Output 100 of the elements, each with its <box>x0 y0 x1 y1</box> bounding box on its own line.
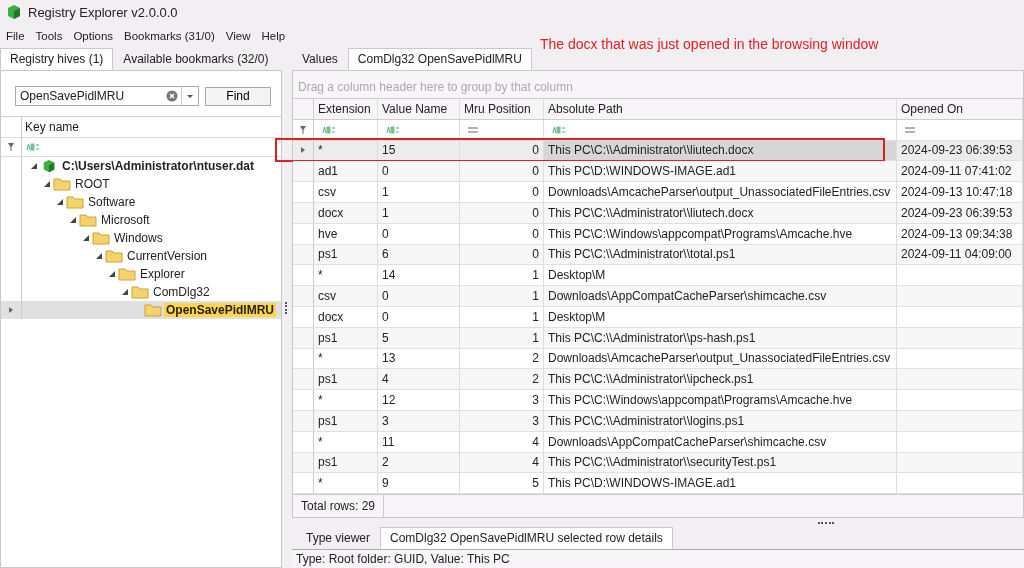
table-row[interactable]: csv 0 1 Downloads\AppCompatCacheParser\shimcache.csv <box>293 286 1023 307</box>
column-header[interactable]: Opened On <box>897 99 1023 119</box>
table-row[interactable]: ps1 2 4 This PC\C:\\Administrator\\securityTest.ps1 <box>293 452 1023 474</box>
table-cell: 0 <box>532 247 539 262</box>
table-cell: 4 <box>382 372 389 387</box>
table-cell: ps1 <box>318 413 338 428</box>
tree-node[interactable]: Explorer <box>138 267 187 281</box>
table-row[interactable]: docx 0 1 Desktop\M <box>293 306 1023 328</box>
table-cell: * <box>318 143 323 158</box>
filter-icon <box>7 142 15 152</box>
table-cell: * <box>318 268 323 283</box>
expand-arrow-icon[interactable] <box>69 216 77 224</box>
menu-item[interactable]: File <box>6 30 25 42</box>
table-cell: 1 <box>382 185 389 200</box>
column-header[interactable]: Extension <box>314 99 378 119</box>
folder-icon <box>144 303 162 317</box>
annotation-text: The docx that was just opened in the browsing window <box>539 36 879 52</box>
table-cell: This PC\C:\Windows\appcompat\Programs\Amcache.hve <box>548 226 853 241</box>
column-header[interactable]: Value Name <box>378 99 460 119</box>
table-cell: 2024-09-23 06:39:53 <box>901 205 1013 220</box>
menu-item[interactable]: Bookmarks (31/0) <box>124 30 215 42</box>
table-cell: csv <box>318 185 336 200</box>
column-header[interactable]: Mru Position <box>460 99 544 119</box>
table-cell: This PC\C:\\Administrator\\liutech.docx <box>548 205 754 220</box>
expand-arrow-icon[interactable] <box>56 198 64 206</box>
table-cell: 0 <box>532 226 539 241</box>
table-cell: Downloads\AmcacheParser\output_UnassociatedFileEntries.csv <box>548 351 891 366</box>
table-cell: 2024-09-11 07:41:02 <box>901 164 1012 179</box>
folder-icon <box>105 249 123 263</box>
menu-item[interactable]: Tools <box>35 30 63 42</box>
table-row[interactable]: ad1 0 0 This PC\D:\WINDOWS-IMAGE.ad1 2024-09-11 07:41:02 <box>293 161 1023 183</box>
table-cell: 14 <box>382 268 396 283</box>
expand-arrow-icon[interactable] <box>43 180 51 188</box>
table-cell: 9 <box>382 476 389 491</box>
find-button[interactable]: Find <box>205 86 271 106</box>
table-cell: 5 <box>382 330 389 345</box>
table-cell: Downloads\AmcacheParser\output_UnassociatedFileEntries.csv <box>548 185 891 200</box>
menu-item[interactable]: Options <box>73 30 114 42</box>
table-row[interactable]: ps1 5 1 This PC\C:\\Administrator\\ps-hash.ps1 <box>293 327 1023 349</box>
table-cell: * <box>318 393 323 408</box>
tab[interactable]: Values <box>292 48 348 70</box>
column-header[interactable]: Absolute Path <box>544 99 897 119</box>
filter-icon <box>299 124 307 135</box>
search-field[interactable]: OpenSavePidlMRU <box>15 86 199 106</box>
menu-item[interactable]: Help <box>261 30 286 42</box>
table-row[interactable]: ps1 6 0 This PC\C:\\Administrator\\total.ps1 2024-09-11 04:09:00 <box>293 244 1023 266</box>
folder-icon <box>131 285 149 299</box>
table-cell: Desktop\M <box>548 309 606 324</box>
column-header[interactable]: Key name <box>22 120 80 134</box>
table-cell: 11 <box>382 434 395 449</box>
tab[interactable]: Available bookmarks (32/0) <box>113 48 279 70</box>
table-row[interactable]: docx 1 0 This PC\C:\\Administrator\\liutech.docx 2024-09-23 06:39:53 <box>293 203 1023 224</box>
tab[interactable]: ComDlg32 OpenSavePidlMRU selected row details <box>380 527 673 549</box>
tab[interactable]: ComDlg32 OpenSavePidlMRU <box>347 48 532 70</box>
table-cell: 3 <box>532 413 539 428</box>
tree-node[interactable]: CurrentVersion <box>125 249 210 263</box>
tree-node[interactable]: C:\Users\Administrator\ntuser.dat <box>60 159 257 173</box>
menu-item[interactable]: View <box>225 30 251 42</box>
tree-node[interactable]: OpenSavePidlMRU <box>164 303 277 317</box>
table-cell: 1 <box>532 330 539 345</box>
tree-node[interactable]: Software <box>86 195 138 209</box>
expand-arrow-icon[interactable] <box>30 162 38 170</box>
table-cell: This PC\D:\WINDOWS-IMAGE.ad1 <box>548 476 737 491</box>
table-cell: 1 <box>532 268 539 283</box>
table-cell: 2 <box>532 351 539 366</box>
table-cell: 1 <box>382 205 389 220</box>
tab[interactable]: Registry hives (1) <box>0 48 114 70</box>
splitter-handle[interactable] <box>818 521 834 526</box>
expand-arrow-icon[interactable] <box>121 288 129 296</box>
table-cell: This PC\C:\\Administrator\\securityTest.ps1 <box>548 455 777 470</box>
tree-node[interactable]: Microsoft <box>99 213 152 227</box>
table-cell: hve <box>318 226 338 241</box>
expand-arrow-icon[interactable] <box>108 270 116 278</box>
table-row[interactable]: ps1 3 3 This PC\C:\\Administrator\\logins.ps1 <box>293 410 1023 432</box>
table-row[interactable]: * 12 3 This PC\C:\Windows\appcompat\Programs\Amcache.hve <box>293 390 1023 411</box>
table-cell: ad1 <box>318 164 339 179</box>
table-cell: This PC\C:\\Administrator\\logins.ps1 <box>548 413 745 428</box>
table-row[interactable]: * 11 4 Downloads\AppCompatCacheParser\shimcache.csv <box>293 431 1023 453</box>
table-row[interactable]: csv 1 0 Downloads\AmcacheParser\output_UnassociatedFileEntries.csv 2024-09-13 10:47:18 <box>293 182 1023 203</box>
expand-arrow-icon[interactable] <box>95 252 103 260</box>
table-cell: 0 <box>382 164 389 179</box>
tree-node[interactable]: ROOT <box>73 177 112 191</box>
table-cell: 0 <box>532 164 539 179</box>
table-cell: 6 <box>382 247 389 262</box>
table-cell: 0 <box>532 205 539 220</box>
tab[interactable]: Type viewer <box>296 527 381 549</box>
table-cell: 0 <box>382 226 389 241</box>
table-cell: 3 <box>382 413 389 428</box>
table-row[interactable]: ps1 4 2 This PC\C:\\Administrator\\ipcheck.ps1 <box>293 369 1023 391</box>
tree-node[interactable]: ComDlg32 <box>151 285 212 299</box>
table-row[interactable]: hve 0 0 This PC\C:\Windows\appcompat\Programs\Amcache.hve 2024-09-13 09:34:38 <box>293 223 1023 245</box>
table-cell: 2024-09-13 09:34:38 <box>901 226 1013 241</box>
table-cell: 2 <box>532 372 539 387</box>
table-cell: 0 <box>382 289 389 304</box>
splitter-handle[interactable] <box>285 302 289 314</box>
expand-arrow-icon[interactable] <box>82 234 90 242</box>
tree-node[interactable]: Windows <box>112 231 165 245</box>
table-cell: * <box>318 476 323 491</box>
clear-icon[interactable] <box>166 90 178 102</box>
table-cell: 12 <box>382 393 396 408</box>
